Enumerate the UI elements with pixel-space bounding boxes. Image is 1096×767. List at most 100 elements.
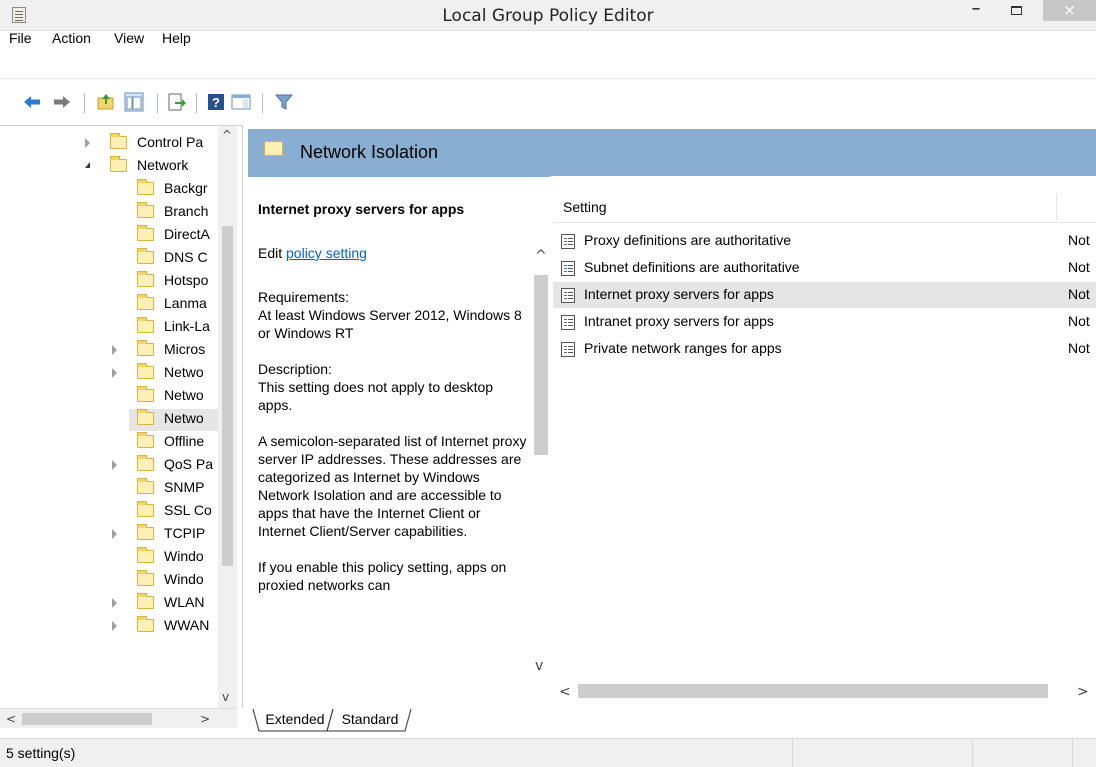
tree-node-label: Netwo (164, 387, 204, 403)
scroll-down-icon[interactable]: v (535, 658, 543, 674)
tree-node[interactable]: Offline (0, 432, 218, 454)
list-item[interactable]: Private network ranges for apps Not (553, 336, 1096, 362)
up-folder-icon[interactable] (96, 92, 116, 112)
tree-vertical-scrollbar[interactable]: ^ v (218, 126, 237, 708)
category-title: Network Isolation (300, 142, 439, 162)
tree-scroll-thumb[interactable] (222, 226, 233, 566)
maximize-icon (1011, 6, 1022, 15)
tree-node[interactable]: Control Pa (0, 133, 218, 155)
column-header-setting[interactable]: Setting (553, 190, 1096, 223)
tree-node-label: Micros (164, 341, 206, 357)
collapsed-arrow-icon[interactable] (112, 368, 117, 378)
folder-icon (137, 179, 154, 195)
tree-node[interactable]: Netwo (0, 363, 218, 385)
list-item[interactable]: Intranet proxy servers for apps Not (553, 309, 1096, 335)
collapsed-arrow-icon[interactable] (112, 345, 117, 355)
scroll-right-icon[interactable]: > (1077, 684, 1089, 700)
list-item[interactable]: Subnet definitions are authoritative Not (553, 255, 1096, 281)
filter-icon[interactable] (274, 92, 294, 112)
tree-node[interactable]: QoS Pa (0, 455, 218, 477)
tree-node-label: WLAN (164, 594, 205, 610)
collapsed-arrow-icon[interactable] (112, 460, 117, 470)
tree-node[interactable]: Hotspo (0, 271, 218, 293)
scroll-up-icon[interactable]: ^ (222, 128, 232, 142)
tree-node[interactable]: Windo (0, 570, 218, 592)
tree-node[interactable]: Backgr (0, 179, 218, 201)
policy-setting-icon (561, 261, 575, 276)
tree-node-label: Netwo (164, 410, 204, 426)
collapsed-arrow-icon[interactable] (112, 621, 117, 631)
requirements-text: At least Windows Server 2012, Windows 8 … (258, 307, 522, 341)
policy-setting-icon (561, 234, 575, 249)
tree-node[interactable]: WWAN (0, 616, 218, 638)
scroll-right-icon[interactable]: > (200, 712, 210, 726)
tree-node[interactable]: Lanma (0, 294, 218, 316)
folder-icon (137, 547, 154, 563)
tab-extended[interactable]: Extended (261, 708, 329, 732)
tree-node-label: Windo (164, 571, 204, 587)
tree-node[interactable]: Network (0, 156, 218, 178)
folder-icon (137, 616, 154, 632)
tab-standard[interactable]: Standard (333, 708, 407, 732)
tree-node[interactable]: SNMP (0, 478, 218, 500)
menu-file[interactable]: File (9, 30, 32, 46)
help-icon[interactable]: ? (206, 92, 226, 112)
scroll-left-icon[interactable]: < (559, 684, 571, 700)
setting-name: Proxy definitions are authoritative (584, 232, 791, 248)
tree-node-label: QoS Pa (164, 456, 214, 472)
tree-node[interactable]: TCPIP (0, 524, 218, 546)
policy-setting-icon (561, 288, 575, 303)
tree-node-label: TCPIP (164, 525, 206, 541)
expanded-arrow-icon[interactable] (85, 162, 90, 168)
tree-node[interactable]: Branch (0, 202, 218, 224)
menu-view[interactable]: View (114, 30, 144, 46)
tree-node-label: Hotspo (164, 272, 209, 288)
scroll-left-icon[interactable]: < (6, 712, 16, 726)
tree-hscroll-thumb[interactable] (22, 713, 152, 725)
description-scroll-thumb[interactable] (534, 275, 548, 455)
list-horizontal-scrollbar[interactable]: < > (553, 680, 1096, 702)
list-hscroll-thumb[interactable] (578, 684, 1048, 698)
export-list-icon[interactable] (167, 92, 187, 112)
tree-node-label: Link-La (164, 318, 210, 334)
description-vertical-scrollbar[interactable]: ^ v (530, 240, 552, 706)
tree-node-label: Network (137, 157, 189, 173)
tree-node-label: Control Pa (137, 134, 204, 150)
tree-node[interactable]: SSL Co (0, 501, 218, 523)
tree-node[interactable]: Micros (0, 340, 218, 362)
tree-node[interactable]: WLAN (0, 593, 218, 615)
back-arrow-icon[interactable] (22, 92, 42, 112)
settings-list[interactable]: Setting Proxy definitions are authoritat… (553, 190, 1096, 680)
menu-help[interactable]: Help (162, 30, 191, 46)
close-button[interactable]: × (1043, 0, 1096, 21)
minimize-button[interactable]: – (961, 0, 991, 22)
forward-arrow-icon[interactable] (52, 92, 72, 112)
tree-node[interactable]: Link-La (0, 317, 218, 339)
scroll-down-icon[interactable]: v (222, 690, 229, 704)
tree-node[interactable]: DNS C (0, 248, 218, 270)
setting-name: Internet proxy servers for apps (584, 286, 774, 302)
show-hide-tree-icon[interactable] (124, 92, 144, 112)
title-bar[interactable]: Local Group Policy Editor – × (0, 0, 1096, 31)
tree-pane[interactable]: Control Pa Network Backgr Branch DirectA DNS … (0, 125, 243, 708)
collapsed-arrow-icon[interactable] (112, 598, 117, 608)
list-item[interactable]: Internet proxy servers for apps Not (553, 282, 1096, 308)
tree-node[interactable]: Netwo (0, 386, 218, 408)
collapsed-arrow-icon[interactable] (85, 138, 90, 148)
tree-node-label: SSL Co (164, 502, 212, 518)
tree-node[interactable]: Windo (0, 547, 218, 569)
toolbar: ? (0, 87, 1096, 123)
setting-name: Private network ranges for apps (584, 340, 782, 356)
tree-horizontal-scrollbar[interactable]: < > (0, 708, 237, 728)
status-bar: 5 setting(s) (0, 738, 1096, 767)
collapsed-arrow-icon[interactable] (112, 529, 117, 539)
policy-setting-link[interactable]: policy setting (286, 245, 367, 261)
menu-action[interactable]: Action (52, 30, 91, 46)
list-item[interactable]: Proxy definitions are authoritative Not (553, 228, 1096, 254)
tree-node-label: DNS C (164, 249, 208, 265)
scroll-up-icon[interactable]: ^ (535, 248, 547, 264)
action-pane-icon[interactable] (231, 92, 251, 112)
tree-node[interactable]: Netwo (0, 409, 218, 431)
maximize-button[interactable] (1003, 0, 1031, 22)
tree-node[interactable]: DirectA (0, 225, 218, 247)
